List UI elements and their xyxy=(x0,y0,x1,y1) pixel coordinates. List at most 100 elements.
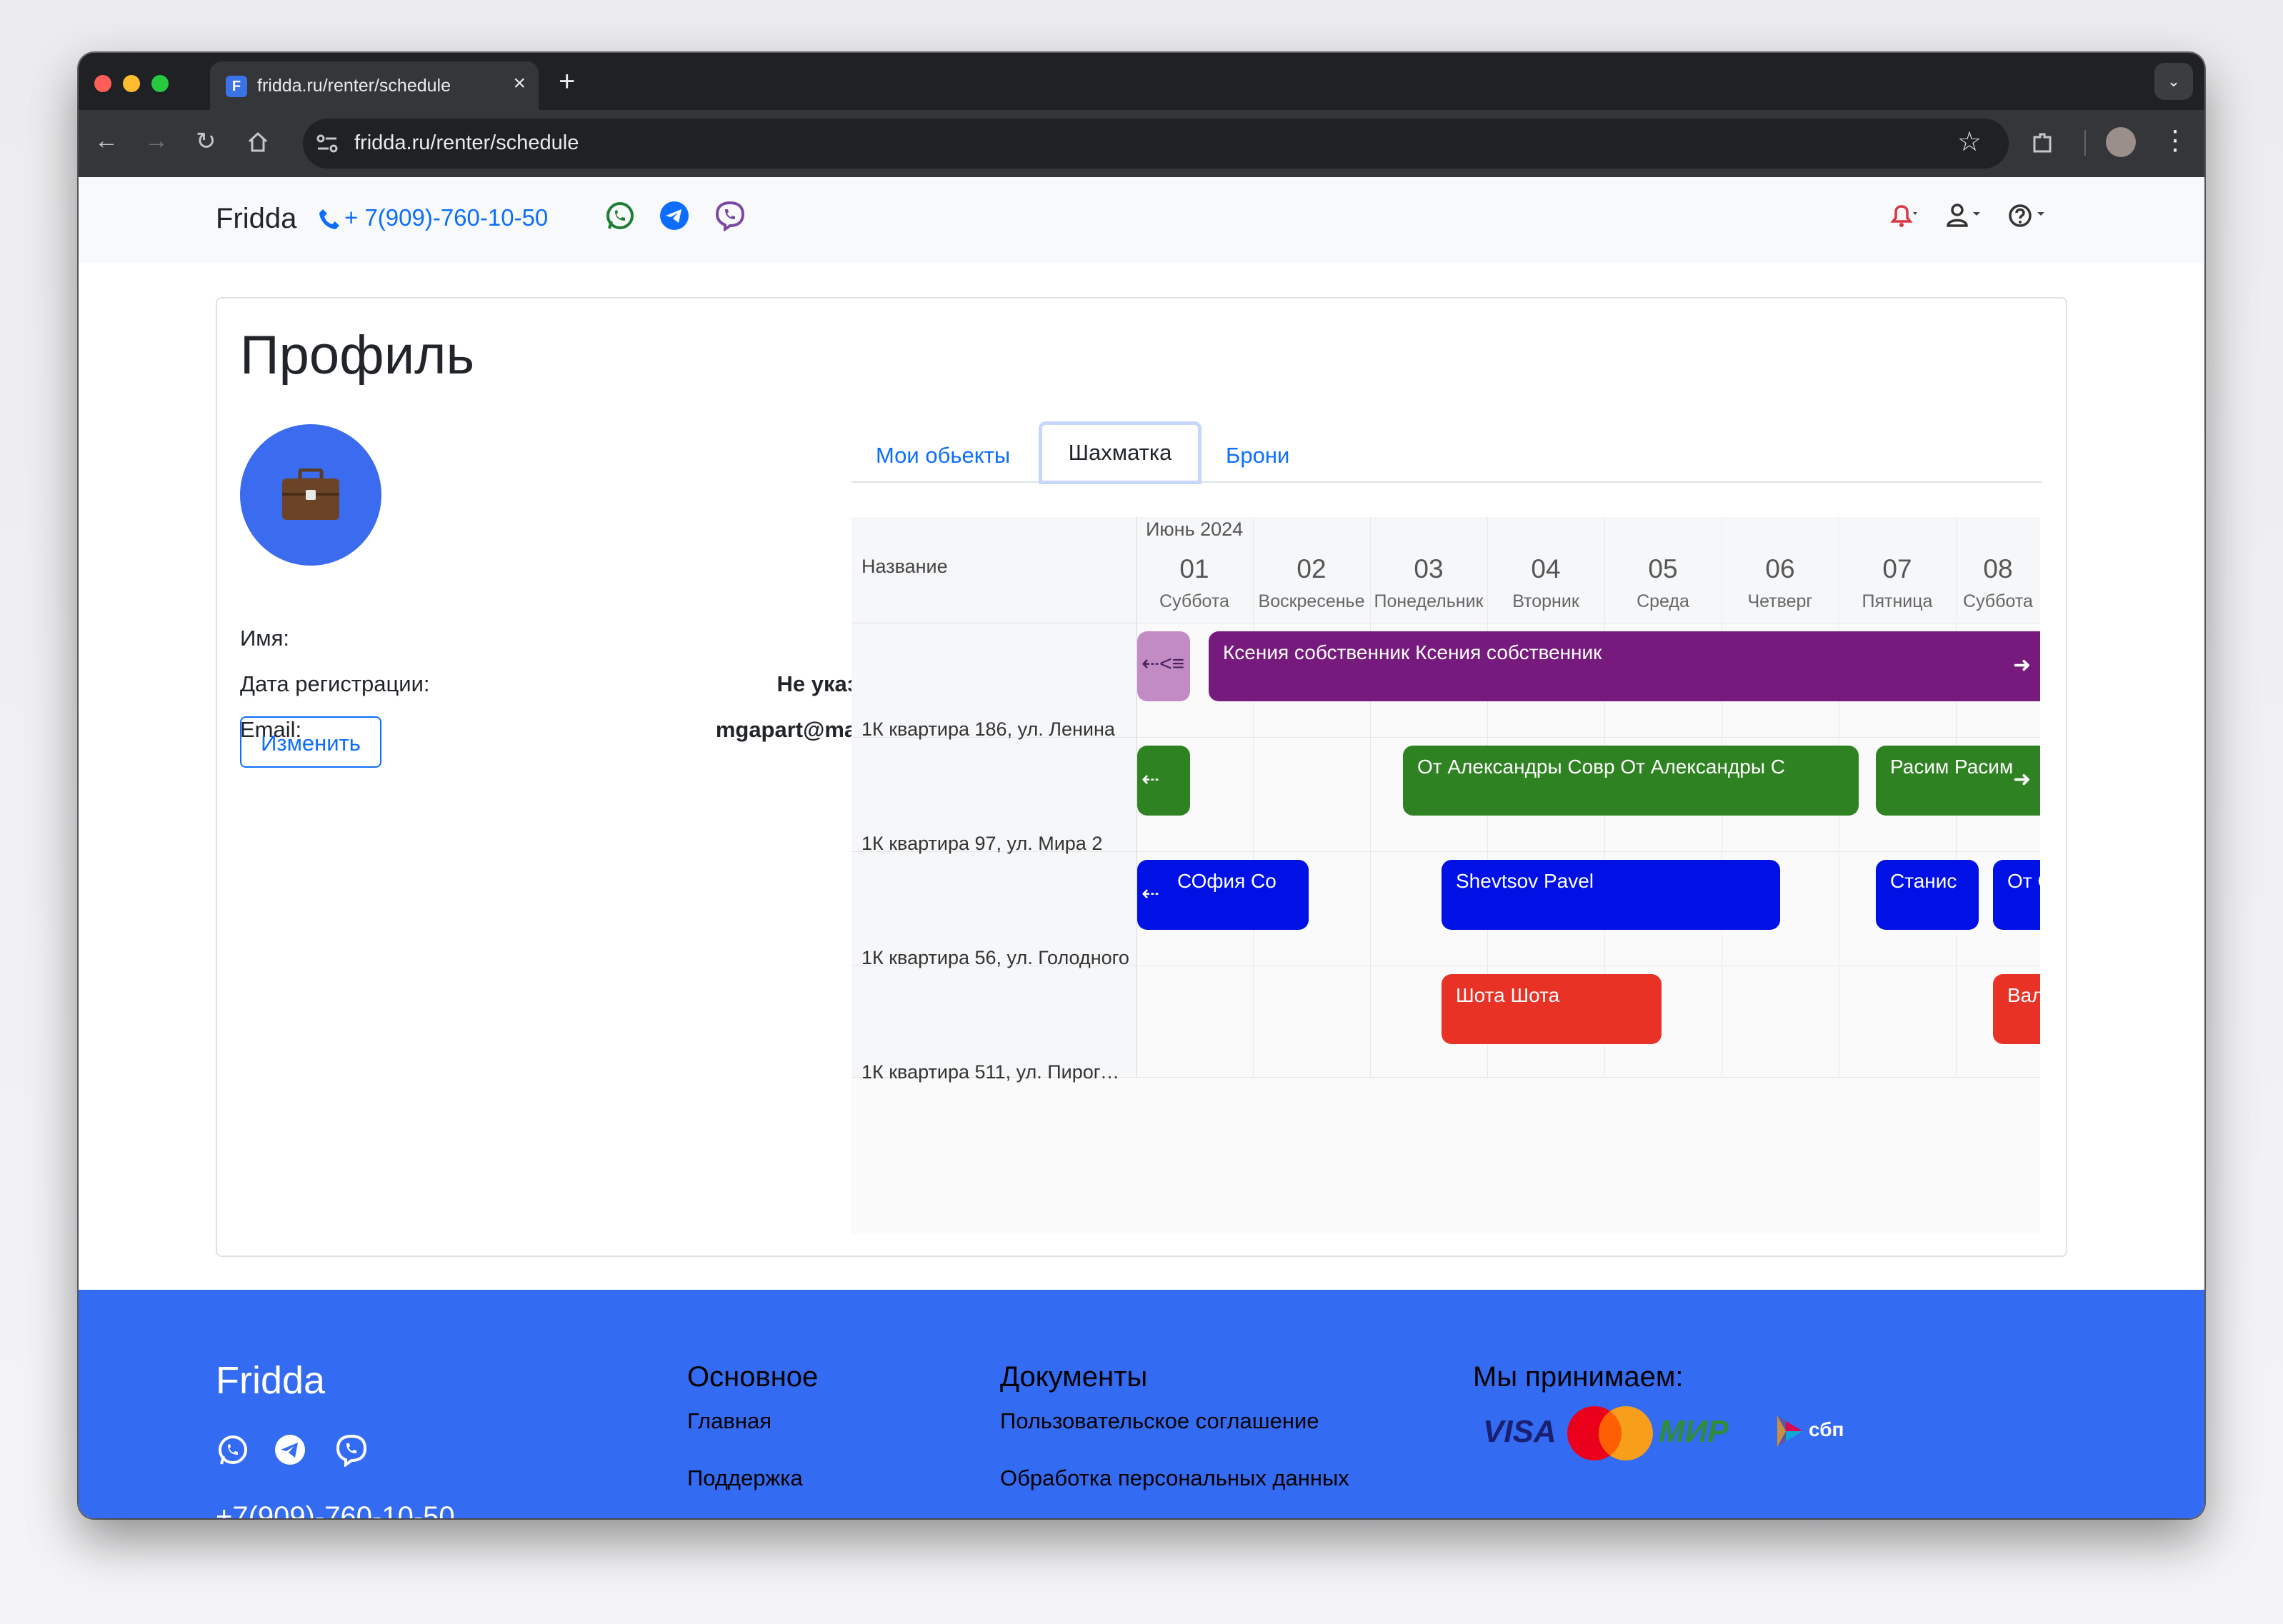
help-icon[interactable] xyxy=(2007,200,2046,231)
registration-value: Не указано xyxy=(776,671,897,696)
favicon-icon: F xyxy=(226,76,247,97)
edit-profile-button[interactable]: Изменить xyxy=(240,716,381,768)
property-name-column xyxy=(851,517,1137,1077)
mir-logo: МИР xyxy=(1659,1414,1729,1449)
bell-icon[interactable] xyxy=(1886,200,1917,231)
footer-link-agreement[interactable]: Пользовательское соглашение xyxy=(1000,1408,1319,1434)
footer-link-home[interactable]: Главная xyxy=(687,1408,771,1434)
booking-block[interactable]: Расим Расим ➜ xyxy=(1876,746,2040,816)
maximize-window-button[interactable] xyxy=(151,75,169,92)
viber-icon[interactable] xyxy=(334,1433,369,1467)
close-window-button[interactable] xyxy=(94,75,111,92)
booking-block[interactable]: От Александры Совр От Александры С xyxy=(1403,746,1859,816)
viber-icon[interactable] xyxy=(714,200,746,231)
browser-window: F fridda.ru/renter/schedule × + ⌄ ← → ↻ … xyxy=(79,53,2204,1518)
home-icon[interactable] xyxy=(246,130,270,154)
footer-col-main-title: Основное xyxy=(687,1361,819,1393)
star-icon[interactable]: ☆ xyxy=(1957,126,1982,158)
tab-chess[interactable]: Шахматка xyxy=(1039,421,1202,484)
footer-link-support[interactable]: Поддержка xyxy=(687,1465,803,1491)
profile-avatar-icon[interactable] xyxy=(2106,127,2136,157)
page-title: Профиль xyxy=(240,325,475,386)
arrow-right-icon: ➜ xyxy=(2013,653,2032,677)
back-arrow-icon[interactable]: ← xyxy=(94,127,119,155)
arrow-right-icon: ➜ xyxy=(2013,768,2032,791)
day-number: 05 xyxy=(1648,554,1678,583)
booking-block[interactable]: ⇠<≡ xyxy=(1137,631,1190,701)
day-number: 03 xyxy=(1414,554,1444,583)
tab-my-objects[interactable]: Мои обьекты xyxy=(876,443,1010,468)
footer-link-privacy[interactable]: Обработка персональных данных xyxy=(1000,1465,1349,1491)
booking-block[interactable]: Shevtsov Pavel xyxy=(1442,860,1780,930)
booking-label: Станис xyxy=(1890,870,1957,892)
visa-logo: VISA xyxy=(1483,1414,1557,1449)
telegram-icon[interactable] xyxy=(659,200,690,231)
day-name: Понедельник xyxy=(1374,591,1484,611)
booking-label: Расим Расим xyxy=(1890,756,2014,778)
booking-block[interactable]: Валер ➜ xyxy=(1993,974,2040,1044)
booking-label: От Сур xyxy=(2007,870,2040,892)
forward-arrow-icon[interactable]: → xyxy=(144,127,169,155)
day-name: Вторник xyxy=(1512,591,1579,611)
whatsapp-icon[interactable] xyxy=(604,200,636,231)
footer-brand[interactable]: Fridda xyxy=(216,1358,325,1403)
toolbar-divider xyxy=(2084,130,2086,156)
day-number: 01 xyxy=(1179,554,1209,583)
sbp-logo-icon xyxy=(1777,1415,1803,1447)
registration-label: Дата регистрации: xyxy=(240,671,430,696)
footer-phone[interactable]: +7(909)-760-10-50 xyxy=(216,1505,455,1518)
day-number: 02 xyxy=(1297,554,1327,583)
day-number: 08 xyxy=(1983,554,2013,583)
tab-bookings[interactable]: Брони xyxy=(1226,443,1289,468)
email-value: mgapart@mail.ru xyxy=(715,717,897,742)
header-phone[interactable]: + 7(909)-760-10-50 xyxy=(344,204,548,231)
property-row-name[interactable]: 1К квартира 56, ул. Голодного xyxy=(861,947,1130,969)
tab-search-button[interactable]: ⌄ xyxy=(2154,63,2193,100)
briefcase-icon xyxy=(282,468,339,520)
day-name: Пятница xyxy=(1862,591,1933,611)
avatar xyxy=(240,424,381,566)
booking-block[interactable]: Ксения собственник Ксения собственник ➜ xyxy=(1209,631,2040,701)
booking-block[interactable]: От Сур xyxy=(1993,860,2040,930)
arrow-left-icon: ⇠ xyxy=(1142,882,1160,906)
url-text: fridda.ru/renter/schedule xyxy=(354,131,579,154)
reload-icon[interactable]: ↻ xyxy=(196,127,216,156)
tab-title: fridda.ru/renter/schedule xyxy=(257,76,451,96)
booking-label: Ксения собственник Ксения собственник xyxy=(1223,641,1602,663)
booking-block[interactable]: Станис xyxy=(1876,860,1979,930)
footer-col-docs-title: Документы xyxy=(1000,1361,1148,1393)
whatsapp-icon[interactable] xyxy=(216,1433,250,1467)
day-name: Четверг xyxy=(1747,591,1813,611)
menu-icon[interactable]: ⋮ xyxy=(2162,124,2189,156)
user-icon[interactable] xyxy=(1944,200,1982,231)
browser-tab[interactable]: F fridda.ru/renter/schedule × xyxy=(210,61,539,110)
minimize-window-button[interactable] xyxy=(123,75,140,92)
extensions-icon[interactable] xyxy=(2030,130,2056,156)
booking-label: Валер xyxy=(2007,984,2040,1006)
telegram-icon[interactable] xyxy=(273,1433,307,1467)
phone-icon xyxy=(319,209,339,229)
day-name: Суббота xyxy=(1963,591,2033,611)
booking-block[interactable]: ⇠ xyxy=(1137,746,1190,816)
property-row-name[interactable]: 1К квартира 186, ул. Ленина xyxy=(861,718,1130,741)
tabs-divider xyxy=(851,481,2042,483)
site-settings-icon[interactable] xyxy=(314,131,340,156)
footer-col-payment-title: Мы принимаем: xyxy=(1473,1361,1684,1393)
schedule-grid[interactable]: Название Июнь 2024 01 Суббота 02 Воскрес… xyxy=(851,517,2040,1234)
booking-block[interactable]: Шота Шота xyxy=(1442,974,1662,1044)
close-tab-icon[interactable]: × xyxy=(513,71,526,96)
day-name: Среда xyxy=(1637,591,1689,611)
day-name: Суббота xyxy=(1159,591,1229,611)
day-name: Воскресенье xyxy=(1258,591,1365,611)
day-number: 04 xyxy=(1531,554,1561,583)
name-column-header: Название xyxy=(861,556,948,577)
new-tab-button[interactable]: + xyxy=(559,66,575,98)
mastercard-logo xyxy=(1567,1406,1653,1460)
booking-label: Shevtsov Pavel xyxy=(1456,870,1594,892)
booking-block[interactable]: ⇠ СОфия Со xyxy=(1137,860,1309,930)
site-brand[interactable]: Fridda xyxy=(216,203,296,235)
property-row-name[interactable]: 1К квартира 97, ул. Мира 2 xyxy=(861,833,1130,855)
booking-label: От Александры Совр От Александры С xyxy=(1417,756,1786,778)
property-row-name[interactable]: 1К квартира 511, ул. Пирогова xyxy=(861,1061,1130,1083)
booking-label: Шота Шота xyxy=(1456,984,1560,1006)
